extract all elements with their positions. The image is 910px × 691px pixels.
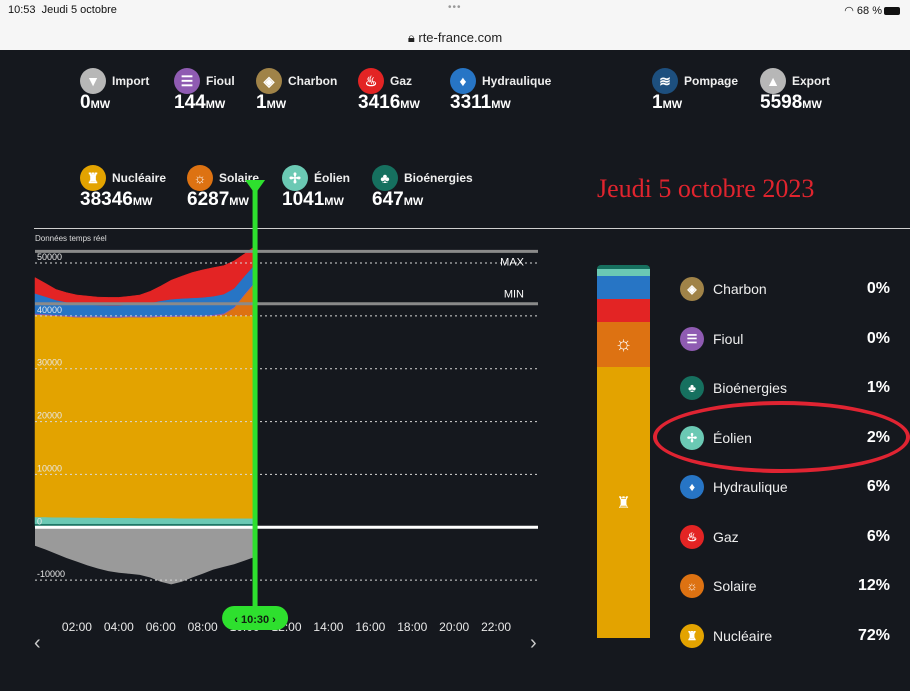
source-value: 3311MW <box>450 92 511 113</box>
x-tick-label: 20:00 <box>439 620 469 634</box>
chevron-up-icon: ▲ <box>760 68 786 94</box>
sprout-icon: ♣ <box>680 376 704 400</box>
source-chevron-down: ▼ Import 0MW <box>80 68 149 114</box>
min-line-label: MIN <box>504 289 524 301</box>
y-tick-label: -10000 <box>37 569 65 579</box>
source-chevron-up: ▲ Export 5598MW <box>760 68 830 114</box>
nuclear-plant-icon: ♜ <box>616 494 631 512</box>
oil-barrel-icon: ☰ <box>174 68 200 94</box>
time-cursor-handle <box>245 180 266 194</box>
status-right: ◠ 68 % <box>844 4 900 17</box>
legend-name: Fioul <box>713 330 744 347</box>
coal-icon: ◈ <box>256 68 282 94</box>
production-area-chart: -10000 0 10000 20000 30000 40000 50000 MAX MIN 02… <box>34 180 538 634</box>
source-coal: ◈ Charbon 1MW <box>256 68 337 114</box>
source-value: 1MW <box>652 92 683 113</box>
sun-icon: ☼ <box>614 332 633 355</box>
bar-segment-hydraulique <box>597 276 650 299</box>
legend-name: Hydraulique <box>713 479 788 495</box>
legend-percent: 6% <box>866 527 890 545</box>
legend-row-solaire: ☼ Solaire 12% <box>680 571 890 601</box>
bar-segment-éolien <box>597 268 650 277</box>
x-tick-label: 16:00 <box>355 620 385 634</box>
sun-icon: ☼ <box>680 574 704 598</box>
legend-row-bioénergies: ♣ Bioénergies 1% <box>680 373 890 403</box>
legend-row-hydraulique: ♦ Hydraulique 6% <box>680 472 890 502</box>
legend-percent: 0% <box>866 329 890 347</box>
legend-name: Gaz <box>713 528 739 545</box>
legend-percent: 72% <box>857 626 890 644</box>
source-label: Fioul <box>206 74 235 88</box>
nuclear-plant-icon: ♜ <box>680 623 704 648</box>
source-value: 0MW <box>80 92 111 113</box>
x-tick-label: 22:00 <box>481 620 511 634</box>
max-line-label: MAX <box>500 256 525 268</box>
flame-icon: ♨ <box>680 524 704 549</box>
x-tick-label: 08:00 <box>188 620 218 634</box>
legend-percent: 6% <box>866 478 890 495</box>
water-drop-icon: ♦ <box>450 68 476 94</box>
x-tick-label: 14:00 <box>313 620 343 634</box>
bar-segment-solaire: ☼ <box>597 321 650 367</box>
browser-status-bar: 10:53 Jeudi 5 octobre ••• 🔒︎ rte-france.… <box>0 0 910 50</box>
source-value: 144MW <box>174 92 226 113</box>
source-water-drop: ♦ Hydraulique 3311MW <box>450 68 551 114</box>
coal-icon: ◈ <box>680 277 704 301</box>
source-label: Gaz <box>390 74 413 88</box>
bar-segment-gaz <box>597 298 650 322</box>
y-tick-label: 0 <box>37 516 42 526</box>
waves-icon: ≋ <box>652 68 678 94</box>
chevron-down-icon: ▼ <box>80 68 106 94</box>
x-tick-label: 02:00 <box>62 620 92 634</box>
source-waves: ≋ Pompage 1MW <box>652 68 738 114</box>
legend-name: Charbon <box>713 281 767 297</box>
battery-percent: 68 % <box>856 5 882 17</box>
legend-percent: 12% <box>857 577 890 594</box>
legend-row-charbon: ◈ Charbon 0% <box>680 274 890 304</box>
legend-row-fioul: ☰ Fioul 0% <box>680 324 890 354</box>
y-tick-label: 40000 <box>37 305 62 315</box>
source-value: 5598MW <box>760 92 822 113</box>
y-tick-label: 50000 <box>37 252 62 262</box>
legend-percent: 0% <box>866 280 890 297</box>
legend-row-nucléaire: ♜ Nucléaire 72% <box>680 621 890 651</box>
highlight-ellipse <box>653 401 910 473</box>
source-label: Charbon <box>288 74 338 88</box>
flame-icon: ♨ <box>358 68 384 94</box>
url-text: rte-france.com <box>418 30 503 45</box>
bar-segment-nucléaire: ♜ <box>597 366 650 639</box>
y-tick-label: 20000 <box>37 411 62 421</box>
legend-row-gaz: ♨ Gaz 6% <box>680 522 890 552</box>
address-bar[interactable]: 🔒︎ rte-france.com <box>0 30 910 46</box>
legend-name: Bioénergies <box>713 380 787 396</box>
oil-barrel-icon: ☰ <box>680 326 704 351</box>
legend-name: Nucléaire <box>713 627 773 644</box>
more-dots-icon[interactable]: ••• <box>448 2 462 13</box>
source-value: 3416MW <box>358 92 420 113</box>
lock-icon: 🔒︎ <box>407 30 415 45</box>
legend-name: Solaire <box>713 578 757 594</box>
water-drop-icon: ♦ <box>680 475 704 499</box>
date-title: Jeudi 5 octobre 2023 <box>597 174 815 203</box>
source-oil-barrel: ☰ Fioul 144MW <box>174 68 235 114</box>
stacked-percent-bar: ☼ ♜ <box>597 265 650 661</box>
x-tick-label: 18:00 <box>397 620 427 634</box>
source-label: Hydraulique <box>482 74 552 88</box>
source-label: Pompage <box>684 74 739 88</box>
wifi-icon: ◠ <box>844 5 854 17</box>
source-value: 1MW <box>256 92 287 113</box>
area-nucléaire <box>34 314 256 519</box>
x-tick-label: 04:00 <box>104 620 134 634</box>
x-tick-label: 06:00 <box>146 620 176 634</box>
area-export <box>35 527 256 585</box>
source-label: Import <box>112 74 150 88</box>
y-tick-label: 10000 <box>37 463 62 473</box>
legend-percent: 1% <box>866 379 890 396</box>
time-cursor-label: ‹ 10:30 › <box>234 614 276 626</box>
status-time: 10:53 Jeudi 5 octobre <box>8 4 117 16</box>
source-label: Export <box>792 74 831 88</box>
source-flame: ♨ Gaz 3416MW <box>358 68 420 114</box>
battery-icon <box>884 7 900 16</box>
y-tick-label: 30000 <box>37 358 62 368</box>
